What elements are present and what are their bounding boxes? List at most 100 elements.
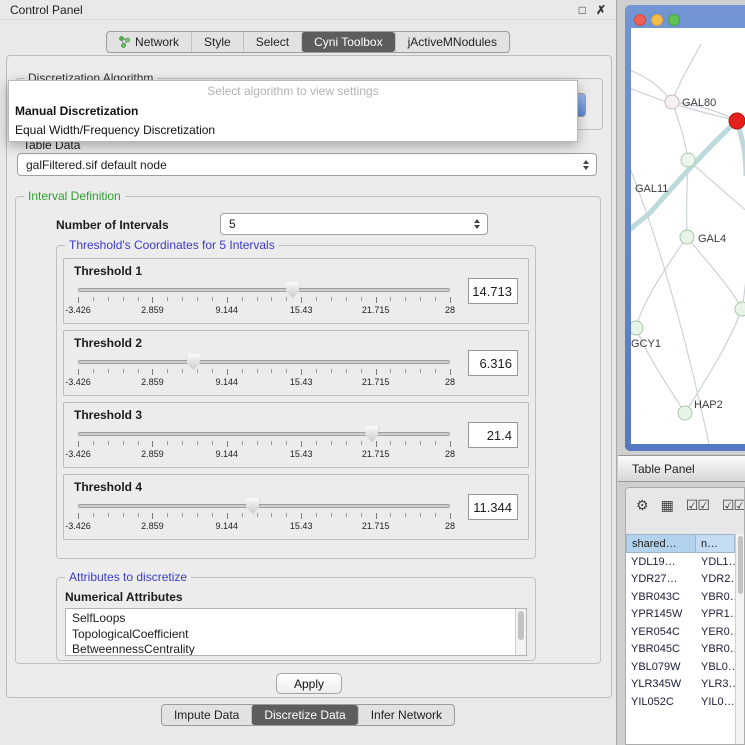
slider-track[interactable] — [78, 504, 450, 508]
tab-impute-data[interactable]: Impute Data — [162, 705, 251, 725]
table-row[interactable]: YBR043CYBR0… — [626, 588, 735, 606]
tick-mark — [346, 513, 347, 517]
tick-mark — [450, 441, 451, 447]
threshold-label: Threshold 2 — [74, 336, 142, 350]
tab-discretize-data[interactable]: Discretize Data — [251, 705, 357, 725]
network-edge[interactable] — [672, 102, 688, 160]
algorithm-popup-placeholder: Select algorithm to view settings — [9, 81, 577, 101]
scale-label: 15.43 — [290, 377, 313, 387]
network-canvas[interactable]: GAL80GAL11GAL4GCY1HAP2 — [631, 28, 745, 444]
threshold-slider[interactable]: -3.4262.8599.14415.4321.71528 — [78, 497, 450, 537]
network-edge[interactable] — [688, 160, 745, 213]
tick-mark — [301, 513, 302, 519]
scrollbar-thumb[interactable] — [518, 611, 524, 640]
network-node[interactable] — [735, 302, 745, 316]
tab-jactivemnodules[interactable]: jActiveMNodules — [395, 32, 509, 52]
algorithm-option-equal-width-frequency-discretization[interactable]: Equal Width/Frequency Discretization — [9, 120, 577, 139]
slider-track[interactable] — [78, 288, 450, 292]
number-of-intervals-combo[interactable]: 5 — [220, 213, 488, 235]
table-row[interactable]: YLR345WYLR3… — [626, 676, 735, 694]
tick-mark — [435, 513, 436, 517]
table-data-combo[interactable]: galFiltered.sif default node — [17, 153, 597, 176]
tab-infer-network[interactable]: Infer Network — [358, 705, 454, 725]
algorithm-option-manual-discretization[interactable]: Manual Discretization — [9, 101, 577, 120]
tick-mark — [331, 441, 332, 445]
zoom-traffic-light-icon[interactable] — [668, 14, 680, 26]
column-header-shared-name[interactable]: shared… — [626, 534, 696, 553]
tab-network[interactable]: Network — [107, 32, 191, 52]
network-node-gcy1[interactable] — [631, 321, 643, 335]
table-row[interactable]: YDL19…YDL1… — [626, 553, 735, 571]
table-row[interactable]: YPR145WYPR1… — [626, 606, 735, 624]
close-window-icon[interactable]: ✗ — [596, 3, 606, 17]
scale-label: -3.426 — [65, 305, 91, 315]
scale-label: 21.715 — [362, 377, 390, 387]
tab-select[interactable]: Select — [243, 32, 301, 52]
tick-mark — [227, 513, 228, 519]
tab-cyni-toolbox[interactable]: Cyni Toolbox — [301, 32, 394, 52]
threshold-value-box[interactable]: 11.344 — [468, 494, 518, 520]
network-edge[interactable] — [636, 237, 687, 328]
slider-thumb[interactable] — [246, 498, 259, 514]
table-row[interactable]: YBR045CYBR0… — [626, 641, 735, 659]
attribute-item-selfloops[interactable]: SelfLoops — [66, 611, 526, 627]
network-edge[interactable] — [672, 44, 701, 102]
tick-mark — [301, 297, 302, 303]
network-node-gal4[interactable] — [680, 230, 694, 244]
table-row[interactable]: YER054CYER0… — [626, 623, 735, 641]
select-all-columns-icon[interactable]: ☑☑ — [722, 497, 745, 514]
attribute-item-betweennesscentrality[interactable]: BetweennessCentrality — [66, 642, 526, 656]
scale-label: 15.43 — [290, 449, 313, 459]
tick-mark — [182, 441, 183, 445]
threshold-value-box[interactable]: 14.713 — [468, 278, 518, 304]
minimize-traffic-light-icon[interactable] — [651, 14, 663, 26]
tick-mark — [167, 441, 168, 445]
slider-track[interactable] — [78, 432, 450, 436]
network-node[interactable] — [681, 153, 695, 167]
slider-thumb[interactable] — [187, 354, 200, 370]
attributes-scrollbar[interactable] — [515, 609, 526, 655]
slider-thumb[interactable] — [286, 282, 299, 298]
network-node-hap2[interactable] — [678, 406, 692, 420]
scale-label: 15.43 — [290, 305, 313, 315]
slider-track[interactable] — [78, 360, 450, 364]
attribute-item-topologicalcoefficient[interactable]: TopologicalCoefficient — [66, 627, 526, 643]
tick-mark — [197, 297, 198, 301]
apply-button[interactable]: Apply — [276, 673, 342, 694]
float-window-icon[interactable]: □ — [579, 3, 586, 17]
threshold-value-box[interactable]: 6.316 — [468, 350, 518, 376]
network-edge[interactable] — [649, 121, 737, 214]
scrollbar-thumb[interactable] — [738, 536, 743, 594]
threshold-slider[interactable]: -3.4262.8599.14415.4321.71528 — [78, 281, 450, 321]
close-traffic-light-icon[interactable] — [634, 14, 646, 26]
gear-icon[interactable]: ⚙ — [636, 497, 648, 514]
threshold-value-box[interactable]: 21.4 — [468, 422, 518, 448]
threshold-slider[interactable]: -3.4262.8599.14415.4321.71528 — [78, 425, 450, 465]
network-icon — [119, 36, 130, 48]
network-edge[interactable] — [685, 309, 742, 413]
slider-thumb[interactable] — [365, 426, 378, 442]
node-label-gcy1: GCY1 — [631, 338, 661, 350]
table-body: YDL19…YDL1…YDR27…YDR2…YBR043CYBR0…YPR145… — [626, 553, 735, 744]
tick-mark — [182, 513, 183, 517]
bottom-tab-strip: Impute DataDiscretize DataInfer Network — [161, 704, 455, 726]
network-node[interactable] — [729, 113, 745, 129]
table-row[interactable]: YDR27…YDR2… — [626, 571, 735, 589]
select-all-rows-icon[interactable]: ☑☑ — [686, 497, 709, 514]
threshold-panel: Threshold 3 -3.4262.8599.14415.4321.7152… — [63, 402, 529, 468]
network-edge[interactable] — [687, 237, 742, 309]
table-row[interactable]: YBL079WYBL0… — [626, 658, 735, 676]
column-header-name[interactable]: n… — [696, 534, 735, 553]
network-edge[interactable] — [631, 214, 649, 234]
table-row[interactable]: YIL052CYIL0… — [626, 693, 735, 711]
network-node-gal80[interactable] — [665, 95, 679, 109]
tab-style[interactable]: Style — [191, 32, 243, 52]
tick-mark — [138, 369, 139, 373]
tick-mark — [346, 297, 347, 301]
table-scrollbar[interactable] — [735, 534, 744, 744]
tick-mark — [346, 369, 347, 373]
tick-mark — [138, 297, 139, 301]
threshold-slider[interactable]: -3.4262.8599.14415.4321.71528 — [78, 353, 450, 393]
columns-icon[interactable]: ▦ — [661, 497, 673, 514]
tick-mark — [450, 369, 451, 375]
